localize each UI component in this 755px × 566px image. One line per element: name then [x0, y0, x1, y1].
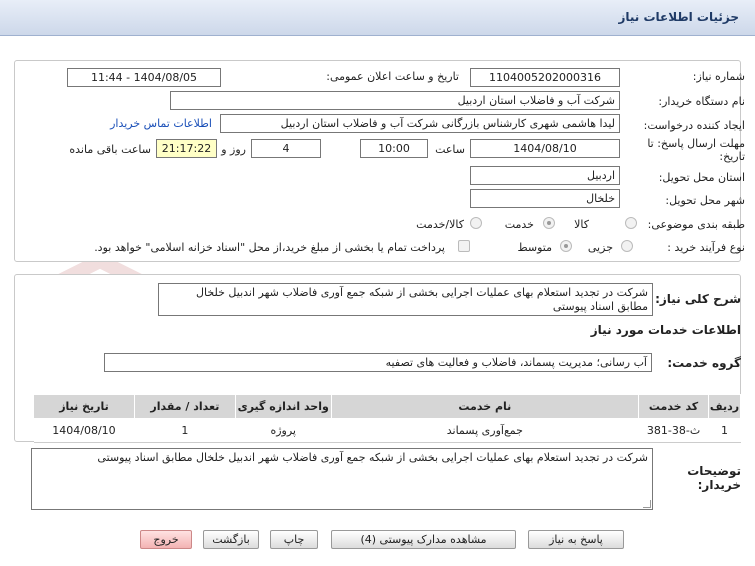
city-field: خلخال: [470, 189, 620, 208]
summary-label: شرح کلی نیاز:: [655, 292, 741, 306]
announce-date-field: 1404/08/05 - 11:44: [67, 68, 221, 87]
category-radio-goods[interactable]: [625, 217, 637, 229]
need-number-field: 1104005202000316: [470, 68, 620, 87]
category-option-goods-service: کالا/خدمت: [416, 218, 464, 231]
back-button[interactable]: بازگشت: [203, 530, 259, 549]
treasury-payment-note: پرداخت تمام یا بخشی از مبلغ خرید،از محل …: [94, 241, 445, 254]
page-header: جزئیات اطلاعات نیاز: [0, 0, 755, 36]
table-row: 1 ث-38-381 جمع‌آوری پسماند پروژه 1 1404/…: [33, 418, 741, 443]
cell-unit: پروژه: [235, 418, 332, 443]
buyer-notes-label-2: خریدار:: [697, 478, 741, 492]
buyer-notes-text: شرکت در تجدید استعلام بهای عملیات اجرایی…: [97, 451, 648, 464]
cell-row: 1: [708, 418, 741, 443]
col-name: نام خدمت: [330, 394, 640, 419]
page-title: جزئیات اطلاعات نیاز: [618, 10, 739, 24]
exit-button[interactable]: خروج: [140, 530, 192, 549]
cell-name: جمع‌آوری پسماند: [331, 418, 639, 443]
deadline-time-field: 10:00: [360, 139, 428, 158]
province-field: اردبیل: [470, 166, 620, 185]
process-radio-medium[interactable]: [560, 240, 572, 252]
service-group-label: گروه خدمت:: [667, 356, 741, 370]
category-radio-service[interactable]: [543, 217, 555, 229]
summary-textarea[interactable]: شرکت در تجدید استعلام بهای عملیات اجرایی…: [158, 283, 653, 316]
creator-label: ایجاد کننده درخواست:: [643, 119, 745, 132]
process-radio-minor[interactable]: [621, 240, 633, 252]
print-button[interactable]: چاپ: [270, 530, 318, 549]
category-radio-goods-service[interactable]: [470, 217, 482, 229]
creator-field: لیدا هاشمی شهری کارشناس بازرگانی شرکت آب…: [220, 114, 620, 133]
category-option-goods: کالا: [574, 218, 589, 231]
buyer-notes-textarea[interactable]: شرکت در تجدید استعلام بهای عملیات اجرایی…: [31, 448, 653, 510]
services-table: ردیف کد خدمت نام خدمت واحد اندازه گیری ت…: [33, 394, 741, 443]
table-header-row: ردیف کد خدمت نام خدمت واحد اندازه گیری ت…: [33, 394, 741, 419]
need-number-label: شماره نیاز:: [692, 70, 745, 83]
deadline-label: مهلت ارسال پاسخ: تا: [647, 137, 745, 150]
category-option-service: خدمت: [504, 218, 534, 231]
deadline-date-field: 1404/08/10: [470, 139, 620, 158]
process-label: نوع فرآیند خرید :: [667, 241, 745, 254]
remaining-time-field: 21:17:22: [156, 139, 217, 158]
col-row: ردیف: [708, 394, 741, 419]
cell-code: ث-38-381: [638, 418, 709, 443]
service-group-field: آب رسانی؛ مدیریت پسماند، فاضلاب و فعالیت…: [104, 353, 652, 372]
category-label: طبقه بندی موضوعی:: [647, 218, 745, 231]
reply-button[interactable]: پاسخ به نیاز: [528, 530, 624, 549]
city-label: شهر محل تحویل:: [665, 194, 745, 207]
col-date: تاریخ نیاز: [33, 394, 135, 419]
buyer-org-field: شرکت آب و فاضلاب استان اردبیل: [170, 91, 620, 110]
col-qty: تعداد / مقدار: [133, 394, 236, 419]
days-label: روز و: [221, 143, 246, 156]
buyer-contact-link[interactable]: اطلاعات تماس خریدار: [110, 117, 212, 130]
province-label: استان محل تحویل:: [658, 171, 745, 184]
resize-handle[interactable]: [643, 500, 651, 508]
process-option-medium: متوسط: [517, 241, 552, 254]
cell-qty: 1: [134, 418, 236, 443]
buyer-org-label: نام دستگاه خریدار:: [658, 95, 745, 108]
view-attachments-button[interactable]: مشاهده مدارک پیوستی (4): [331, 530, 516, 549]
announce-date-label: تاریخ و ساعت اعلان عمومی:: [326, 70, 459, 83]
deadline-time-label: ساعت: [435, 143, 465, 156]
col-unit: واحد اندازه گیری: [234, 394, 332, 419]
deadline-label-date: تاریخ:: [719, 150, 745, 163]
process-option-minor: جزیی: [587, 241, 613, 254]
services-section-title: اطلاعات خدمات مورد نیاز: [590, 323, 741, 337]
col-code: کد خدمت: [638, 394, 710, 419]
cell-date: 1404/08/10: [33, 418, 135, 443]
days-remaining-field: 4: [251, 139, 321, 158]
treasury-payment-checkbox[interactable]: [458, 240, 470, 252]
buyer-notes-label: توضیحات: [687, 464, 741, 478]
remaining-label: ساعت باقی مانده: [69, 143, 151, 156]
